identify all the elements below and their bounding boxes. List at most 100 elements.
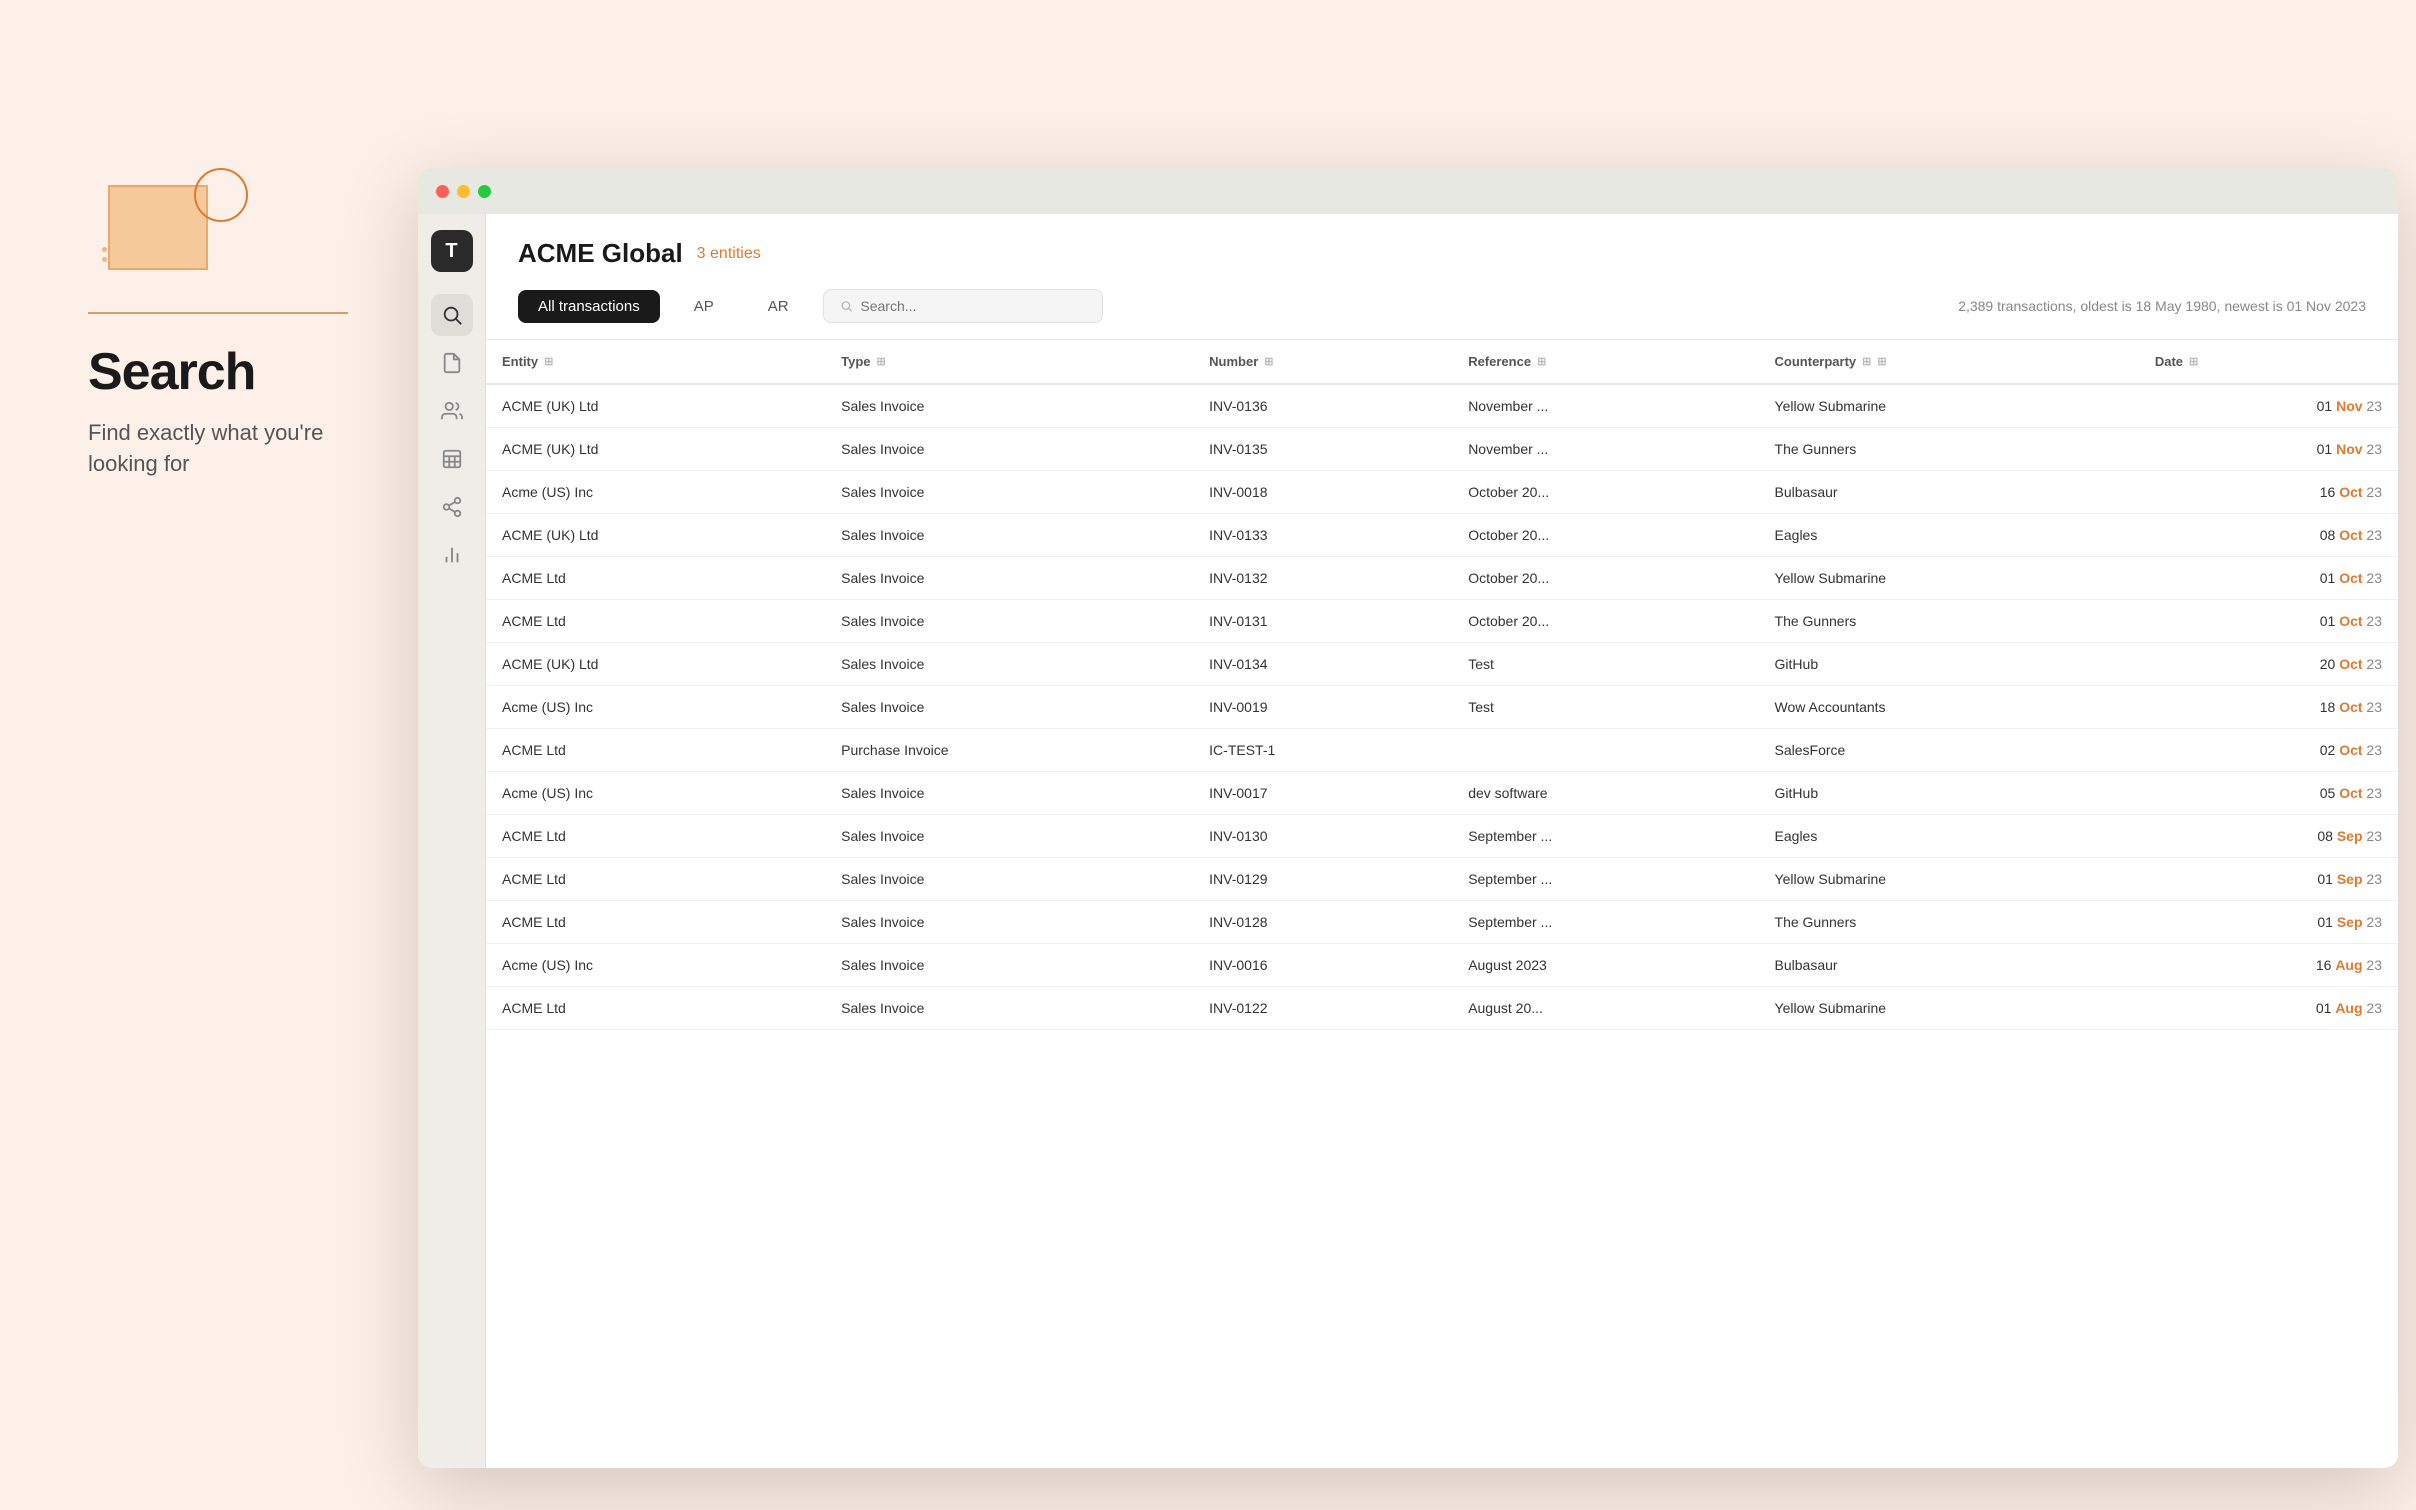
- counterparty-cell: Wow Accountants: [1759, 686, 2139, 729]
- date-year: 23: [2366, 656, 2382, 672]
- date-day: 01: [2317, 914, 2333, 930]
- counterparty-cell: The Gunners: [1759, 901, 2139, 944]
- table-row[interactable]: ACME LtdSales InvoiceINV-0132October 20.…: [486, 557, 2398, 600]
- counterparty-cell: Yellow Submarine: [1759, 384, 2139, 428]
- date-cell: 08 Sep 23: [2139, 815, 2398, 858]
- entity-cell: ACME Ltd: [486, 729, 825, 772]
- reference-cell: October 20...: [1452, 471, 1758, 514]
- date-cell: 16 Oct 23: [2139, 471, 2398, 514]
- table-container[interactable]: Entity ⊞ Type ⊞: [486, 340, 2398, 1468]
- date-year: 23: [2366, 871, 2382, 887]
- table-row[interactable]: Acme (US) IncSales InvoiceINV-0018Octobe…: [486, 471, 2398, 514]
- col-date[interactable]: Date ⊞: [2139, 340, 2398, 384]
- filter-icon-2[interactable]: ⊞: [1877, 355, 1886, 368]
- search-input[interactable]: [860, 298, 1085, 314]
- date-day: 05: [2320, 785, 2336, 801]
- sidebar-item-search[interactable]: [431, 294, 473, 336]
- date-day: 01: [2317, 441, 2333, 457]
- sidebar-item-documents[interactable]: [431, 342, 473, 384]
- date-cell: 01 Sep 23: [2139, 901, 2398, 944]
- col-type[interactable]: Type ⊞: [825, 340, 1193, 384]
- counterparty-cell: GitHub: [1759, 772, 2139, 815]
- filter-icon[interactable]: ⊞: [877, 355, 886, 368]
- sidebar-item-connections[interactable]: [431, 486, 473, 528]
- tab-ap[interactable]: AP: [674, 290, 734, 323]
- type-cell: Sales Invoice: [825, 944, 1193, 987]
- type-cell: Sales Invoice: [825, 686, 1193, 729]
- type-cell: Sales Invoice: [825, 471, 1193, 514]
- entity-cell: ACME Ltd: [486, 557, 825, 600]
- date-year: 23: [2366, 527, 2382, 543]
- number-cell: INV-0017: [1193, 772, 1452, 815]
- dot: [102, 247, 107, 252]
- reference-cell: October 20...: [1452, 514, 1758, 557]
- entity-cell: ACME Ltd: [486, 858, 825, 901]
- table-row[interactable]: ACME LtdPurchase InvoiceIC-TEST-1SalesFo…: [486, 729, 2398, 772]
- date-cell: 01 Oct 23: [2139, 557, 2398, 600]
- table-row[interactable]: Acme (US) IncSales InvoiceINV-0016August…: [486, 944, 2398, 987]
- table-row[interactable]: ACME (UK) LtdSales InvoiceINV-0136Novemb…: [486, 384, 2398, 428]
- table-row[interactable]: ACME LtdSales InvoiceINV-0130September .…: [486, 815, 2398, 858]
- org-name: ACME Global: [518, 238, 683, 269]
- tab-all-transactions[interactable]: All transactions: [518, 290, 660, 323]
- filter-icon[interactable]: ⊞: [1264, 355, 1273, 368]
- counterparty-cell: Bulbasaur: [1759, 471, 2139, 514]
- number-cell: INV-0019: [1193, 686, 1452, 729]
- counterparty-cell: Yellow Submarine: [1759, 987, 2139, 1030]
- reference-cell: Test: [1452, 643, 1758, 686]
- entities-badge: 3 entities: [697, 245, 761, 263]
- date-year: 23: [2366, 914, 2382, 930]
- entity-cell: ACME Ltd: [486, 901, 825, 944]
- table-row[interactable]: Acme (US) IncSales InvoiceINV-0017dev so…: [486, 772, 2398, 815]
- sidebar-item-table[interactable]: [431, 438, 473, 480]
- col-reference[interactable]: Reference ⊞: [1452, 340, 1758, 384]
- search-box[interactable]: [823, 289, 1103, 323]
- table-row[interactable]: ACME LtdSales InvoiceINV-0129September .…: [486, 858, 2398, 901]
- tab-ar[interactable]: AR: [748, 290, 809, 323]
- sidebar-logo[interactable]: T: [431, 230, 473, 272]
- table-row[interactable]: ACME (UK) LtdSales InvoiceINV-0133Octobe…: [486, 514, 2398, 557]
- minimize-button[interactable]: [457, 185, 470, 198]
- date-month: Oct: [2339, 527, 2362, 543]
- page-subtitle: Find exactly what you're looking for: [88, 418, 360, 480]
- close-button[interactable]: [436, 185, 449, 198]
- col-number[interactable]: Number ⊞: [1193, 340, 1452, 384]
- date-year: 23: [2366, 1000, 2382, 1016]
- filter-icon[interactable]: ⊞: [1862, 355, 1871, 368]
- app-body: T: [418, 214, 2398, 1468]
- reference-cell: August 20...: [1452, 987, 1758, 1030]
- date-cell: 01 Aug 23: [2139, 987, 2398, 1030]
- date-cell: 05 Oct 23: [2139, 772, 2398, 815]
- date-year: 23: [2366, 828, 2382, 844]
- date-year: 23: [2366, 957, 2382, 973]
- entity-cell: ACME (UK) Ltd: [486, 643, 825, 686]
- filter-icon[interactable]: ⊞: [544, 355, 553, 368]
- date-year: 23: [2366, 398, 2382, 414]
- filter-icon[interactable]: ⊞: [2189, 355, 2198, 368]
- search-icon: [441, 304, 463, 326]
- table-row[interactable]: ACME LtdSales InvoiceINV-0122August 20..…: [486, 987, 2398, 1030]
- reference-cell: November ...: [1452, 384, 1758, 428]
- counterparty-cell: Bulbasaur: [1759, 944, 2139, 987]
- number-cell: IC-TEST-1: [1193, 729, 1452, 772]
- col-entity[interactable]: Entity ⊞: [486, 340, 825, 384]
- table-row[interactable]: ACME (UK) LtdSales InvoiceINV-0134TestGi…: [486, 643, 2398, 686]
- col-counterparty[interactable]: Counterparty ⊞ ⊞: [1759, 340, 2139, 384]
- number-cell: INV-0136: [1193, 384, 1452, 428]
- table-row[interactable]: ACME LtdSales InvoiceINV-0128September .…: [486, 901, 2398, 944]
- table-row[interactable]: ACME LtdSales InvoiceINV-0131October 20.…: [486, 600, 2398, 643]
- sidebar-item-users[interactable]: [431, 390, 473, 432]
- entity-cell: ACME (UK) Ltd: [486, 384, 825, 428]
- table-row[interactable]: ACME (UK) LtdSales InvoiceINV-0135Novemb…: [486, 428, 2398, 471]
- filter-icon[interactable]: ⊞: [1537, 355, 1546, 368]
- table-icon: [441, 448, 463, 470]
- number-cell: INV-0135: [1193, 428, 1452, 471]
- date-cell: 01 Sep 23: [2139, 858, 2398, 901]
- date-day: 01: [2320, 613, 2336, 629]
- sidebar-item-chart[interactable]: [431, 534, 473, 576]
- reference-cell: dev software: [1452, 772, 1758, 815]
- date-month: Oct: [2339, 484, 2362, 500]
- table-row[interactable]: Acme (US) IncSales InvoiceINV-0019TestWo…: [486, 686, 2398, 729]
- maximize-button[interactable]: [478, 185, 491, 198]
- transactions-table: Entity ⊞ Type ⊞: [486, 340, 2398, 1030]
